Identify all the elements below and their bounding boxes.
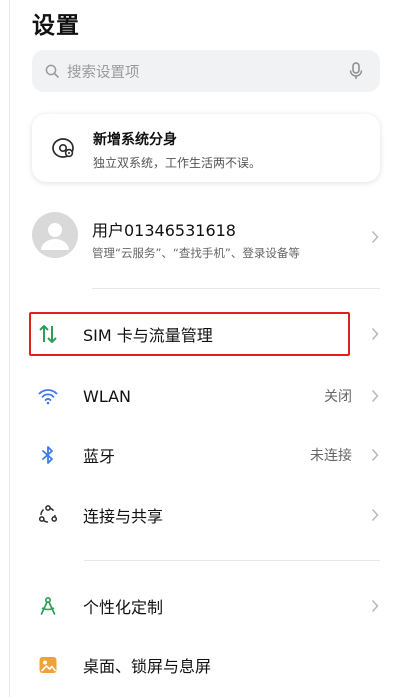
chevron-right-icon bbox=[371, 389, 379, 403]
settings-item-wlan[interactable]: WLAN 关闭 bbox=[32, 374, 382, 418]
page-title: 设置 bbox=[32, 13, 80, 39]
account-name: 用户01346531618 bbox=[92, 221, 236, 240]
chevron-right-icon bbox=[371, 230, 379, 244]
chevron-right-icon bbox=[371, 599, 379, 613]
settings-item-bluetooth[interactable]: 蓝牙 未连接 bbox=[32, 433, 382, 477]
settings-item-label: 连接与共享 bbox=[83, 507, 164, 526]
promo-subtitle: 独立双系统，工作生活两不误。 bbox=[93, 156, 262, 170]
search-icon bbox=[45, 64, 59, 78]
settings-item-value: 关闭 bbox=[324, 389, 352, 405]
settings-item-personalization[interactable]: 个性化定制 bbox=[32, 584, 382, 628]
divider bbox=[84, 560, 380, 561]
personalize-icon bbox=[36, 594, 60, 618]
settings-item-connection-sharing[interactable]: 连接与共享 bbox=[32, 493, 382, 537]
wifi-icon bbox=[36, 384, 60, 408]
account-row[interactable]: 用户01346531618 管理“云服务”、“查找手机”、登录设备等 bbox=[32, 208, 382, 264]
chevron-right-icon bbox=[371, 508, 379, 522]
share-icon bbox=[36, 503, 60, 527]
watermark-fade-overlay bbox=[210, 645, 412, 697]
settings-item-label: 蓝牙 bbox=[83, 447, 116, 466]
system-clone-card[interactable]: 新增系统分身 独立双系统，工作生活两不误。 bbox=[32, 114, 380, 182]
settings-item-label: WLAN bbox=[83, 386, 132, 406]
settings-item-value: 未连接 bbox=[310, 448, 352, 464]
avatar bbox=[32, 212, 78, 258]
account-description: 管理“云服务”、“查找手机”、登录设备等 bbox=[92, 246, 300, 260]
bluetooth-icon bbox=[36, 443, 60, 467]
promo-title: 新增系统分身 bbox=[93, 132, 177, 148]
search-bar[interactable]: 搜索设置项 bbox=[32, 50, 380, 92]
divider bbox=[92, 288, 380, 289]
dual-system-icon bbox=[52, 138, 74, 158]
left-edge-rule bbox=[9, 0, 10, 697]
wallpaper-icon bbox=[36, 653, 60, 677]
settings-item-label: 桌面、锁屏与息屏 bbox=[83, 657, 212, 676]
microphone-icon[interactable] bbox=[349, 62, 363, 80]
chevron-right-icon bbox=[371, 448, 379, 462]
settings-item-label: 个性化定制 bbox=[83, 598, 164, 617]
chevron-right-icon bbox=[371, 327, 379, 341]
user-silhouette-icon bbox=[41, 223, 69, 250]
search-input[interactable]: 搜索设置项 bbox=[67, 61, 349, 82]
highlight-annotation-box bbox=[29, 312, 350, 356]
